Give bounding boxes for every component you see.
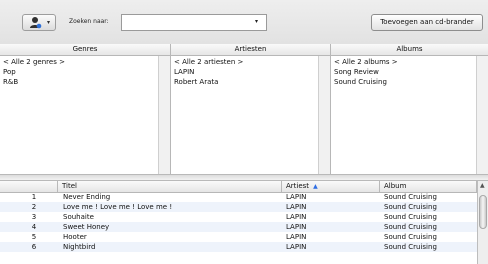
track-number: 4	[31, 223, 37, 231]
track-list[interactable]: 1 Never Ending LAPIN Sound Cruising 2 Lo…	[0, 192, 477, 264]
track-number: 3	[31, 213, 37, 221]
chevron-down-icon: ▾	[47, 19, 51, 26]
albums-header[interactable]: Albums	[331, 44, 488, 55]
artist-column-label: Artiest	[286, 182, 310, 190]
scroll-up-icon[interactable]: ▲	[480, 182, 485, 189]
artist-column-header[interactable]: Artiest ▲	[282, 181, 380, 192]
genres-header[interactable]: Genres	[0, 44, 171, 55]
artist-item-all[interactable]: < Alle 2 artiesten >	[174, 58, 243, 66]
track-title: Sweet Honey	[63, 223, 110, 231]
table-row[interactable]: 4 Sweet Honey LAPIN Sound Cruising	[0, 222, 477, 232]
track-artist: LAPIN	[286, 223, 307, 231]
album-item[interactable]: Sound Cruising	[334, 78, 387, 86]
artist-item[interactable]: LAPIN	[174, 68, 194, 76]
track-number: 2	[31, 203, 37, 211]
track-album: Sound Cruising	[384, 233, 437, 241]
title-column-header[interactable]: Titel	[58, 181, 282, 192]
track-album: Sound Cruising	[384, 203, 437, 211]
track-artist: LAPIN	[286, 213, 307, 221]
track-title: Hooter	[63, 233, 87, 241]
person-icon	[30, 17, 42, 29]
add-to-cd-burner-button[interactable]: Toevoegen aan cd-brander	[371, 14, 483, 31]
genre-item[interactable]: R&B	[3, 78, 18, 86]
album-item-all[interactable]: < Alle 2 albums >	[334, 58, 398, 66]
number-column-header[interactable]	[0, 181, 58, 192]
genre-item-all[interactable]: < Alle 2 genres >	[3, 58, 65, 66]
genre-item[interactable]: Pop	[3, 68, 16, 76]
track-artist: LAPIN	[286, 233, 307, 241]
track-artist: LAPIN	[286, 203, 307, 211]
track-title: Love me ! Love me ! Love me !	[63, 203, 173, 211]
table-row[interactable]: 3 Souhaite LAPIN Sound Cruising	[0, 212, 477, 222]
track-title: Nightbird	[63, 243, 96, 251]
search-label: Zoeken naar:	[69, 18, 109, 25]
scrollbar-thumb[interactable]	[479, 195, 487, 229]
track-number: 1	[31, 193, 37, 201]
table-row[interactable]: 1 Never Ending LAPIN Sound Cruising	[0, 192, 477, 202]
music-library-window: ▾ Zoeken naar: ▾ Toevoegen aan cd-brande…	[0, 0, 488, 264]
artists-list[interactable]: < Alle 2 artiesten > LAPIN Robert Arata	[171, 56, 331, 174]
artists-scrollbar[interactable]	[318, 56, 330, 174]
genres-list[interactable]: < Alle 2 genres > Pop R&B	[0, 56, 171, 174]
track-album: Sound Cruising	[384, 193, 437, 201]
genres-scrollbar[interactable]	[158, 56, 170, 174]
search-field-select[interactable]: ▾	[121, 14, 267, 31]
track-list-scrollbar[interactable]: ▲	[477, 181, 488, 264]
artists-header[interactable]: Artiesten	[171, 44, 331, 55]
album-column-header[interactable]: Album	[380, 181, 477, 192]
track-artist: LAPIN	[286, 243, 307, 251]
table-row[interactable]: 2 Love me ! Love me ! Love me ! LAPIN So…	[0, 202, 477, 212]
browser-header: Genres Artiesten Albums	[0, 44, 488, 56]
track-number: 6	[31, 243, 37, 251]
track-title: Souhaite	[63, 213, 94, 221]
table-row[interactable]: 5 Hooter LAPIN Sound Cruising	[0, 232, 477, 242]
albums-scrollbar[interactable]	[476, 56, 488, 174]
dropdown-arrow-icon: ▾	[254, 18, 258, 25]
action-menu-button[interactable]: ▾	[22, 14, 56, 31]
toolbar: ▾ Zoeken naar: ▾ Toevoegen aan cd-brande…	[0, 0, 488, 45]
track-album: Sound Cruising	[384, 243, 437, 251]
album-item[interactable]: Song Review	[334, 68, 379, 76]
artist-item[interactable]: Robert Arata	[174, 78, 218, 86]
sort-ascending-icon: ▲	[313, 183, 318, 190]
track-album: Sound Cruising	[384, 213, 437, 221]
track-album: Sound Cruising	[384, 223, 437, 231]
pane-splitter[interactable]	[0, 174, 488, 181]
track-title: Never Ending	[63, 193, 111, 201]
albums-list[interactable]: < Alle 2 albums > Song Review Sound Crui…	[331, 56, 488, 174]
track-number: 5	[31, 233, 37, 241]
track-artist: LAPIN	[286, 193, 307, 201]
table-row[interactable]: 6 Nightbird LAPIN Sound Cruising	[0, 242, 477, 252]
